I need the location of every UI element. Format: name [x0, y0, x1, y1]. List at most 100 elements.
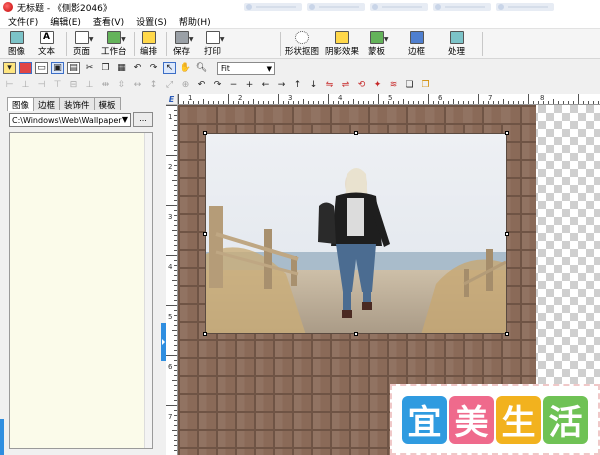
- print-button[interactable]: ▼ 打印: [204, 31, 225, 58]
- save-button[interactable]: ▼ 保存: [173, 31, 194, 58]
- hand-icon[interactable]: ✋: [179, 62, 192, 74]
- redo-icon[interactable]: ↷: [147, 62, 160, 74]
- align-middle-icon[interactable]: ⊟: [67, 79, 80, 91]
- menu-bar: 文件(F) 编辑(E) 查看(V) 设置(S) 帮助(H): [0, 14, 600, 29]
- shape-cutout-button[interactable]: 形状抠图: [285, 31, 319, 58]
- flip-icon[interactable]: ⇋: [323, 79, 336, 91]
- ruler-tick: [174, 245, 177, 246]
- resize-handle[interactable]: [354, 332, 358, 336]
- tab-decoration[interactable]: 装饰件: [59, 97, 95, 111]
- tab-template[interactable]: 模板: [93, 97, 121, 111]
- resize-handle[interactable]: [505, 232, 509, 236]
- send-back-icon[interactable]: ❐: [419, 79, 432, 91]
- resize-handle[interactable]: [203, 232, 207, 236]
- ruler-tick: [174, 260, 177, 261]
- resize-handle[interactable]: [505, 332, 509, 336]
- page-button[interactable]: ▼ 页面: [73, 31, 94, 58]
- align-bottom-icon[interactable]: ⊥: [83, 79, 96, 91]
- align-top-icon[interactable]: ⊤: [51, 79, 64, 91]
- ruler-tick: [208, 101, 209, 104]
- tab-border[interactable]: 边框: [33, 97, 61, 111]
- text-button[interactable]: A 文本: [38, 31, 55, 58]
- collapse-handle[interactable]: [0, 419, 4, 455]
- move-up-icon[interactable]: ↑: [291, 79, 304, 91]
- ruler-tick: [174, 325, 177, 326]
- paste-icon[interactable]: ▦: [115, 62, 128, 74]
- ruler-tick: [166, 355, 177, 356]
- resize-handle[interactable]: [203, 332, 207, 336]
- rotate-left-icon[interactable]: ↶: [195, 79, 208, 91]
- reset-icon[interactable]: ⟲: [355, 79, 368, 91]
- move-down-icon[interactable]: ↓: [307, 79, 320, 91]
- copy-icon[interactable]: ❐: [99, 62, 112, 74]
- ruler-tick: [174, 450, 177, 451]
- image-button[interactable]: 图像: [8, 31, 25, 58]
- background-tab[interactable]: [370, 3, 428, 11]
- ruler-tick: [378, 94, 379, 104]
- ruler-tick: [174, 410, 177, 411]
- watermark-char: 美: [449, 395, 494, 444]
- distribute-v-icon[interactable]: ⇳: [115, 79, 128, 91]
- ruler-tick: [174, 135, 177, 136]
- browse-button[interactable]: ...: [133, 112, 153, 127]
- ruler-tick: [174, 195, 177, 196]
- resize-handle[interactable]: [505, 131, 509, 135]
- align-right-icon[interactable]: ⊣: [35, 79, 48, 91]
- wave-icon[interactable]: ≋: [387, 79, 400, 91]
- resize-handle[interactable]: [354, 131, 358, 135]
- shadow-effect-button[interactable]: 阴影效果: [325, 31, 359, 58]
- center-page-icon[interactable]: ⊕: [179, 79, 192, 91]
- mirror-icon[interactable]: ⇌: [339, 79, 352, 91]
- menu-file[interactable]: 文件(F): [2, 15, 44, 28]
- distribute-h-icon[interactable]: ⇹: [99, 79, 112, 91]
- frame-select-icon[interactable]: ▣: [51, 62, 64, 74]
- tab-image[interactable]: 图像: [7, 97, 35, 111]
- ruler-tick: [174, 425, 177, 426]
- process-button[interactable]: 处理: [448, 31, 465, 58]
- minus-icon[interactable]: −: [227, 79, 240, 91]
- menu-edit[interactable]: 编辑(E): [44, 15, 87, 28]
- ruler-tick: [174, 395, 177, 396]
- ruler-tick: [343, 101, 344, 104]
- menu-help[interactable]: 帮助(H): [173, 15, 217, 28]
- menu-settings[interactable]: 设置(S): [130, 15, 173, 28]
- menu-view[interactable]: 查看(V): [87, 15, 130, 28]
- thumbnail-scrollbar[interactable]: [144, 133, 152, 448]
- same-width-icon[interactable]: ↔: [131, 79, 144, 91]
- ruler-tick: [203, 99, 204, 104]
- background-tab[interactable]: [496, 3, 554, 11]
- border-button[interactable]: 边框: [408, 31, 425, 58]
- align-center-icon[interactable]: ⊥: [19, 79, 32, 91]
- ruler-tick: [468, 101, 469, 104]
- bring-front-icon[interactable]: ❏: [403, 79, 416, 91]
- workbench-button[interactable]: ▼ 工作台: [101, 31, 127, 58]
- same-size-icon[interactable]: ⤢: [163, 79, 176, 91]
- background-tab[interactable]: [433, 3, 491, 11]
- grid-color-icon[interactable]: [19, 62, 32, 74]
- undo-icon[interactable]: ↶: [131, 62, 144, 74]
- background-tab[interactable]: [307, 3, 365, 11]
- same-height-icon[interactable]: ↕: [147, 79, 160, 91]
- align-left-icon[interactable]: ⊢: [3, 79, 16, 91]
- folder-path-select[interactable]: C:\Windows\Web\Wallpaper ▼: [9, 113, 131, 127]
- layer-icon[interactable]: ▾: [3, 62, 16, 74]
- arrange-button[interactable]: 编排: [140, 31, 157, 58]
- thumbnail-list[interactable]: [9, 132, 153, 449]
- rotate-right-icon[interactable]: ↷: [211, 79, 224, 91]
- move-right-icon[interactable]: →: [275, 79, 288, 91]
- plus-icon[interactable]: +: [243, 79, 256, 91]
- ruler-tick: [298, 101, 299, 104]
- resize-handle[interactable]: [203, 131, 207, 135]
- ruler-tick: [174, 350, 177, 351]
- pointer-icon[interactable]: ↖: [163, 62, 176, 74]
- background-tab[interactable]: [244, 3, 302, 11]
- copy-frame-icon[interactable]: ▤: [67, 62, 80, 74]
- move-left-icon[interactable]: ←: [259, 79, 272, 91]
- effect-icon[interactable]: ✦: [371, 79, 384, 91]
- zoom-icon[interactable]: 🔍︎: [195, 62, 208, 74]
- photo-woman-walking-beach[interactable]: [205, 133, 507, 334]
- cut-icon[interactable]: ✂: [83, 62, 96, 74]
- zoom-select[interactable]: Fit ▼: [217, 61, 275, 75]
- monitor-icon[interactable]: ▭: [35, 62, 48, 74]
- template-button[interactable]: ▼ 蒙板: [368, 31, 389, 58]
